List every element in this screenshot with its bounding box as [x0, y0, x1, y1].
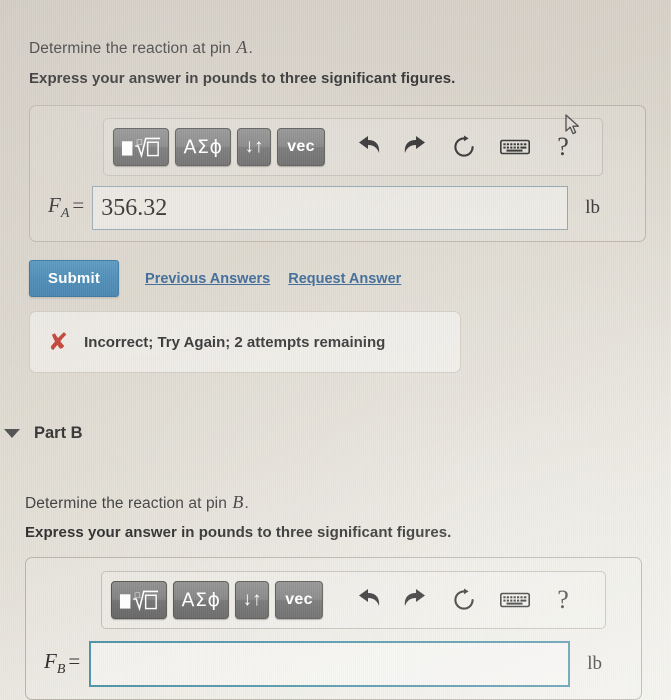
- part-b-vector-button[interactable]: vec: [275, 581, 323, 619]
- part-b-prompt-prefix: Determine the reaction at pin: [25, 495, 232, 512]
- part-a-prompt-suffix: .: [248, 40, 253, 57]
- part-b-prompt-variable: B: [232, 492, 244, 512]
- x-mark-icon: ✘: [48, 328, 69, 356]
- svg-text:□: □: [134, 591, 140, 599]
- svg-text:□: □: [136, 138, 142, 146]
- part-a-updown-label: ↓↑: [244, 136, 264, 157]
- part-b-action-icons: ?: [347, 585, 585, 615]
- part-a-unit-label: lb: [585, 197, 601, 218]
- part-a-symbol-keys: □ ΑΣϕ ↓↑ vec: [113, 128, 325, 166]
- keyboard-icon[interactable]: [489, 591, 541, 609]
- keyboard-icon[interactable]: [489, 138, 541, 156]
- part-a-feedback-box: ✘ Incorrect; Try Again; 2 attempts remai…: [29, 311, 461, 373]
- undo-icon[interactable]: [347, 136, 391, 158]
- redo-icon[interactable]: [391, 136, 439, 158]
- previous-answers-link[interactable]: Previous Answers: [145, 271, 270, 287]
- part-b-title: Part B: [34, 424, 83, 442]
- part-b-header: Part B: [4, 424, 83, 443]
- part-b-symbol-keys: □ ΑΣϕ ↓↑ vec: [111, 581, 323, 619]
- undo-icon[interactable]: [347, 589, 391, 611]
- part-a-template-button[interactable]: □: [113, 128, 169, 166]
- redo-icon[interactable]: [391, 589, 439, 611]
- part-a-answer-input[interactable]: [92, 186, 569, 230]
- part-b-variable-main: F: [44, 649, 57, 674]
- part-a-prompt-prefix: Determine the reaction at pin: [29, 40, 236, 57]
- part-a-updown-button[interactable]: ↓↑: [237, 128, 271, 166]
- part-b-prompt: Determine the reaction at pin B.: [25, 492, 249, 513]
- part-a-prompt: Determine the reaction at pin A.: [29, 37, 253, 58]
- part-a-variable-label: FA =: [48, 193, 84, 222]
- part-b-unit-label: lb: [587, 653, 603, 674]
- part-b-prompt-suffix: .: [244, 495, 249, 512]
- part-a-input-row: FA= lb: [48, 186, 600, 230]
- part-b-vector-label: vec: [285, 591, 313, 608]
- part-b-template-button[interactable]: □: [111, 581, 167, 619]
- part-b-updown-label: ↓↑: [242, 589, 262, 610]
- reset-icon[interactable]: [439, 588, 489, 612]
- part-a-actions: Submit Previous Answers Request Answer: [29, 260, 401, 297]
- part-b-greek-label: ΑΣϕ: [181, 589, 221, 611]
- part-a-action-icons: ?: [347, 132, 585, 162]
- part-b-equals-sign: =: [68, 649, 81, 674]
- part-a-prompt-variable: A: [236, 37, 248, 57]
- help-icon[interactable]: ?: [541, 585, 585, 615]
- caret-down-icon[interactable]: [4, 429, 20, 438]
- part-b-input-row: FB = lb: [44, 641, 602, 687]
- submit-button[interactable]: Submit: [29, 260, 120, 297]
- part-a-equals-sign: =: [72, 193, 85, 218]
- help-icon[interactable]: ?: [541, 132, 585, 162]
- part-a-vector-label: vec: [287, 138, 315, 155]
- part-a-answer-panel: □ ΑΣϕ ↓↑ vec ? FA = 356.32 lb: [29, 105, 646, 242]
- part-b-answer-panel: □ ΑΣϕ ↓↑ vec ? FB = lb: [25, 557, 642, 700]
- part-b-greek-button[interactable]: ΑΣϕ: [173, 581, 229, 619]
- part-a-instruction: Express your answer in pounds to three s…: [29, 70, 456, 87]
- part-a-greek-button[interactable]: ΑΣϕ: [175, 128, 231, 166]
- request-answer-link[interactable]: Request Answer: [288, 271, 401, 287]
- reset-icon[interactable]: [439, 135, 489, 159]
- part-a-feedback-text: Incorrect; Try Again; 2 attempts remaini…: [84, 333, 386, 351]
- part-b-variable-label: FB =: [44, 649, 80, 678]
- part-a-greek-label: ΑΣϕ: [183, 136, 223, 158]
- part-b-instruction: Express your answer in pounds to three s…: [25, 524, 452, 541]
- part-b-math-toolbar: □ ΑΣϕ ↓↑ vec ?: [101, 571, 606, 629]
- part-b-help-label: ?: [557, 585, 569, 614]
- part-b-updown-button[interactable]: ↓↑: [235, 581, 269, 619]
- part-a-variable-main: F: [48, 193, 61, 218]
- part-a-vector-button[interactable]: vec: [277, 128, 325, 166]
- part-a-help-label: ?: [557, 132, 569, 161]
- part-a-math-toolbar: □ ΑΣϕ ↓↑ vec ?: [103, 118, 603, 176]
- part-b-answer-input[interactable]: [89, 641, 571, 687]
